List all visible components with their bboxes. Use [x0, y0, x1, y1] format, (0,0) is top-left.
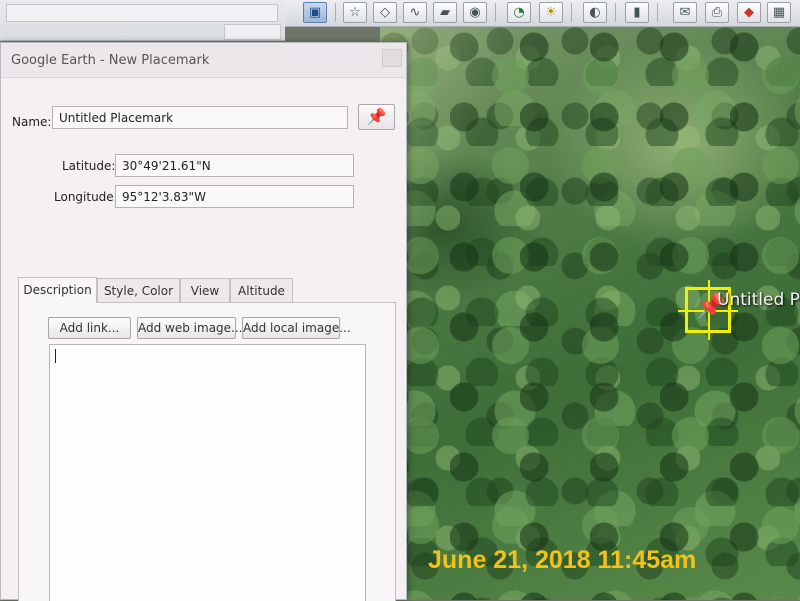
record-tour-icon[interactable]: ◉: [463, 2, 487, 23]
name-field[interactable]: Untitled Placemark: [52, 106, 348, 129]
add-link-button[interactable]: Add link...: [48, 317, 131, 339]
pushpin-icon: 📌: [366, 107, 387, 126]
background-window-strip: [0, 0, 285, 41]
longitude-label: Longitude:: [54, 190, 118, 204]
tab-altitude[interactable]: Altitude: [230, 278, 293, 302]
add-polygon-icon[interactable]: ◇: [373, 2, 397, 23]
name-label: Name:: [12, 115, 52, 129]
planets-icon[interactable]: ◐: [583, 2, 607, 23]
ruler-icon[interactable]: ▮: [625, 2, 649, 23]
historical-imagery-icon[interactable]: ◔: [507, 2, 531, 23]
main-toolbar: ▣ ☆ ◇ ∿ ▰ ◉ ◔ ☀ ◐ ▮ ✉ ⎙ ◆ ▦: [285, 0, 800, 27]
close-button[interactable]: [382, 49, 402, 67]
tab-style-color[interactable]: Style, Color: [97, 278, 180, 302]
sidebar-toggle-icon[interactable]: ▣: [303, 2, 327, 23]
view-in-maps-icon[interactable]: ◆: [737, 2, 761, 23]
add-path-icon[interactable]: ∿: [403, 2, 427, 23]
add-local-image-button[interactable]: Add local image...: [242, 317, 351, 339]
sunlight-icon[interactable]: ☀: [539, 2, 563, 23]
email-icon[interactable]: ✉: [673, 2, 697, 23]
toolbar-separator: [495, 3, 496, 22]
toolbar-separator: [335, 3, 336, 22]
new-placemark-dialog: Google Earth - New Placemark Name: Untit…: [0, 42, 407, 601]
background-button: [224, 24, 281, 40]
print-icon[interactable]: ⎙: [705, 2, 729, 23]
longitude-field[interactable]: 95°12'3.83"W: [115, 185, 354, 208]
add-web-image-button[interactable]: Add web image...: [137, 317, 243, 339]
background-field: [6, 4, 278, 22]
add-image-overlay-icon[interactable]: ▰: [433, 2, 457, 23]
add-placemark-icon[interactable]: ☆: [343, 2, 367, 23]
dialog-title: Google Earth - New Placemark: [11, 53, 210, 68]
dialog-titlebar[interactable]: Google Earth - New Placemark: [1, 43, 406, 78]
tab-description[interactable]: Description: [18, 277, 97, 303]
latitude-label: Latitude:: [62, 159, 116, 173]
gallery-icon[interactable]: ▦: [767, 2, 791, 23]
description-textarea[interactable]: [49, 344, 366, 601]
placemark-icon-button[interactable]: 📌: [358, 104, 395, 130]
latitude-field[interactable]: 30°49'21.61"N: [115, 154, 354, 177]
text-caret: [55, 349, 56, 363]
tab-view[interactable]: View: [180, 278, 230, 302]
photo-timestamp: June 21, 2018 11:45am: [428, 546, 697, 574]
satellite-map-view[interactable]: [380, 26, 800, 600]
toolbar-separator: [615, 3, 616, 22]
toolbar-separator: [571, 3, 572, 22]
placemark-map-label: Untitled P: [717, 290, 800, 310]
toolbar-separator: [657, 3, 658, 22]
